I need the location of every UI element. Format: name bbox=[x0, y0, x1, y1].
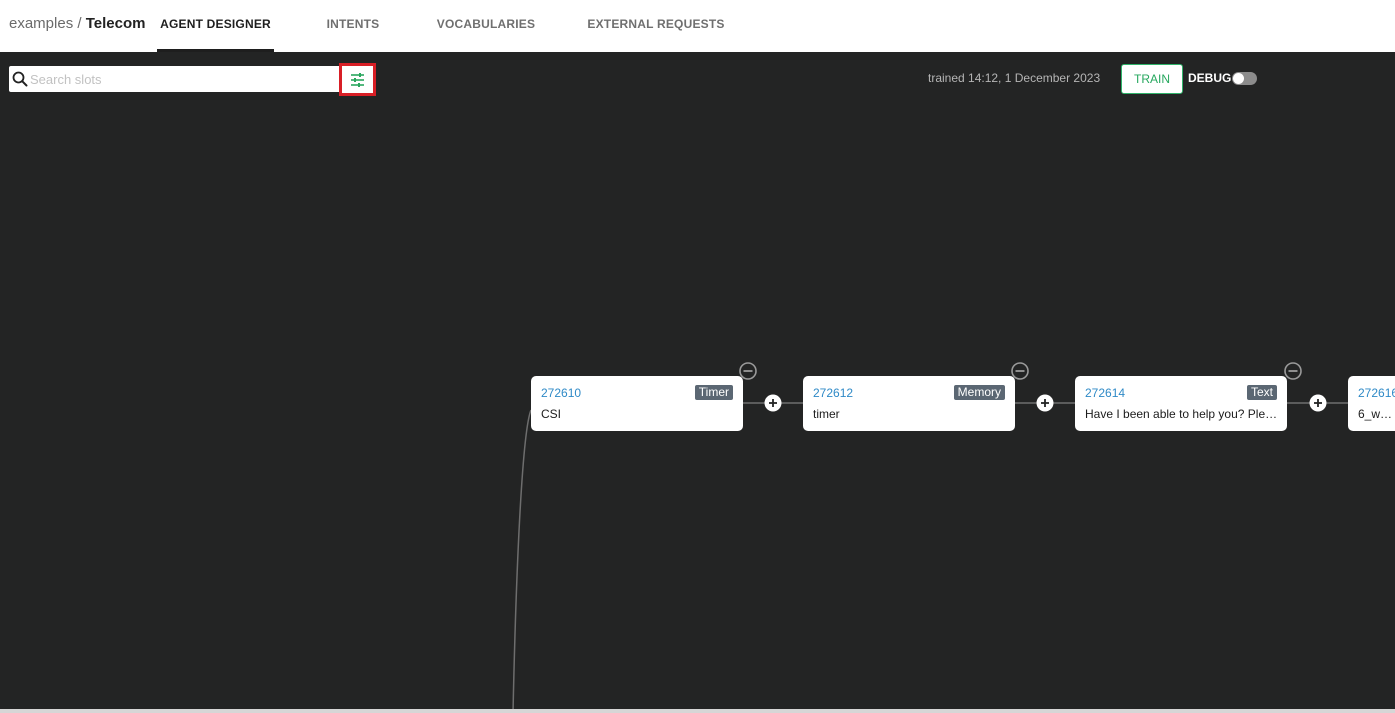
collapse-minus-icon[interactable] bbox=[739, 362, 757, 380]
slot-name: timer bbox=[813, 407, 840, 421]
tab-agent-designer[interactable]: AGENT DESIGNER bbox=[157, 0, 274, 52]
slot-type-badge: Memory bbox=[953, 385, 1005, 400]
slot-node-memory[interactable]: 272612 Memory timer bbox=[803, 376, 1015, 431]
collapse-minus-icon[interactable] bbox=[1284, 362, 1302, 380]
slot-type-badge: Timer bbox=[694, 385, 733, 400]
slot-id: 272610 bbox=[541, 386, 582, 400]
slot-id: 272616 bbox=[1358, 386, 1395, 400]
bottom-border bbox=[0, 709, 1395, 713]
breadcrumb-project: Telecom bbox=[85, 15, 146, 32]
incoming-connector bbox=[512, 409, 532, 713]
slot-id: 272614 bbox=[1085, 386, 1126, 400]
slot-node-wait[interactable]: 272616 6_wait_ bbox=[1348, 376, 1395, 431]
slot-id: 272612 bbox=[813, 386, 854, 400]
add-plus-icon[interactable] bbox=[1036, 394, 1054, 412]
slot-name: CSI bbox=[541, 407, 562, 421]
breadcrumb-separator: / bbox=[77, 15, 82, 32]
slot-node-text[interactable]: 272614 Text Have I been able to help you… bbox=[1075, 376, 1287, 431]
slot-node-timer[interactable]: 272610 Timer CSI bbox=[531, 376, 743, 431]
slot-type-badge: Text bbox=[1246, 385, 1277, 400]
collapse-minus-icon[interactable] bbox=[1011, 362, 1029, 380]
tab-intents[interactable]: INTENTS bbox=[318, 0, 388, 52]
slot-name: Have I been able to help you? Please let… bbox=[1085, 407, 1281, 421]
tab-external-requests[interactable]: EXTERNAL REQUESTS bbox=[586, 0, 726, 52]
top-navigation: examples / Telecom AGENT DESIGNER INTENT… bbox=[0, 0, 1395, 52]
flow-canvas[interactable]: 272610 Timer CSI 272612 Memory timer 272… bbox=[0, 52, 1395, 713]
tab-vocabularies[interactable]: VOCABULARIES bbox=[434, 0, 538, 52]
breadcrumb: examples / Telecom bbox=[9, 15, 145, 33]
breadcrumb-workspace[interactable]: examples bbox=[9, 15, 73, 32]
add-plus-icon[interactable] bbox=[764, 394, 782, 412]
slot-name: 6_wait_ bbox=[1358, 407, 1395, 421]
add-plus-icon[interactable] bbox=[1309, 394, 1327, 412]
